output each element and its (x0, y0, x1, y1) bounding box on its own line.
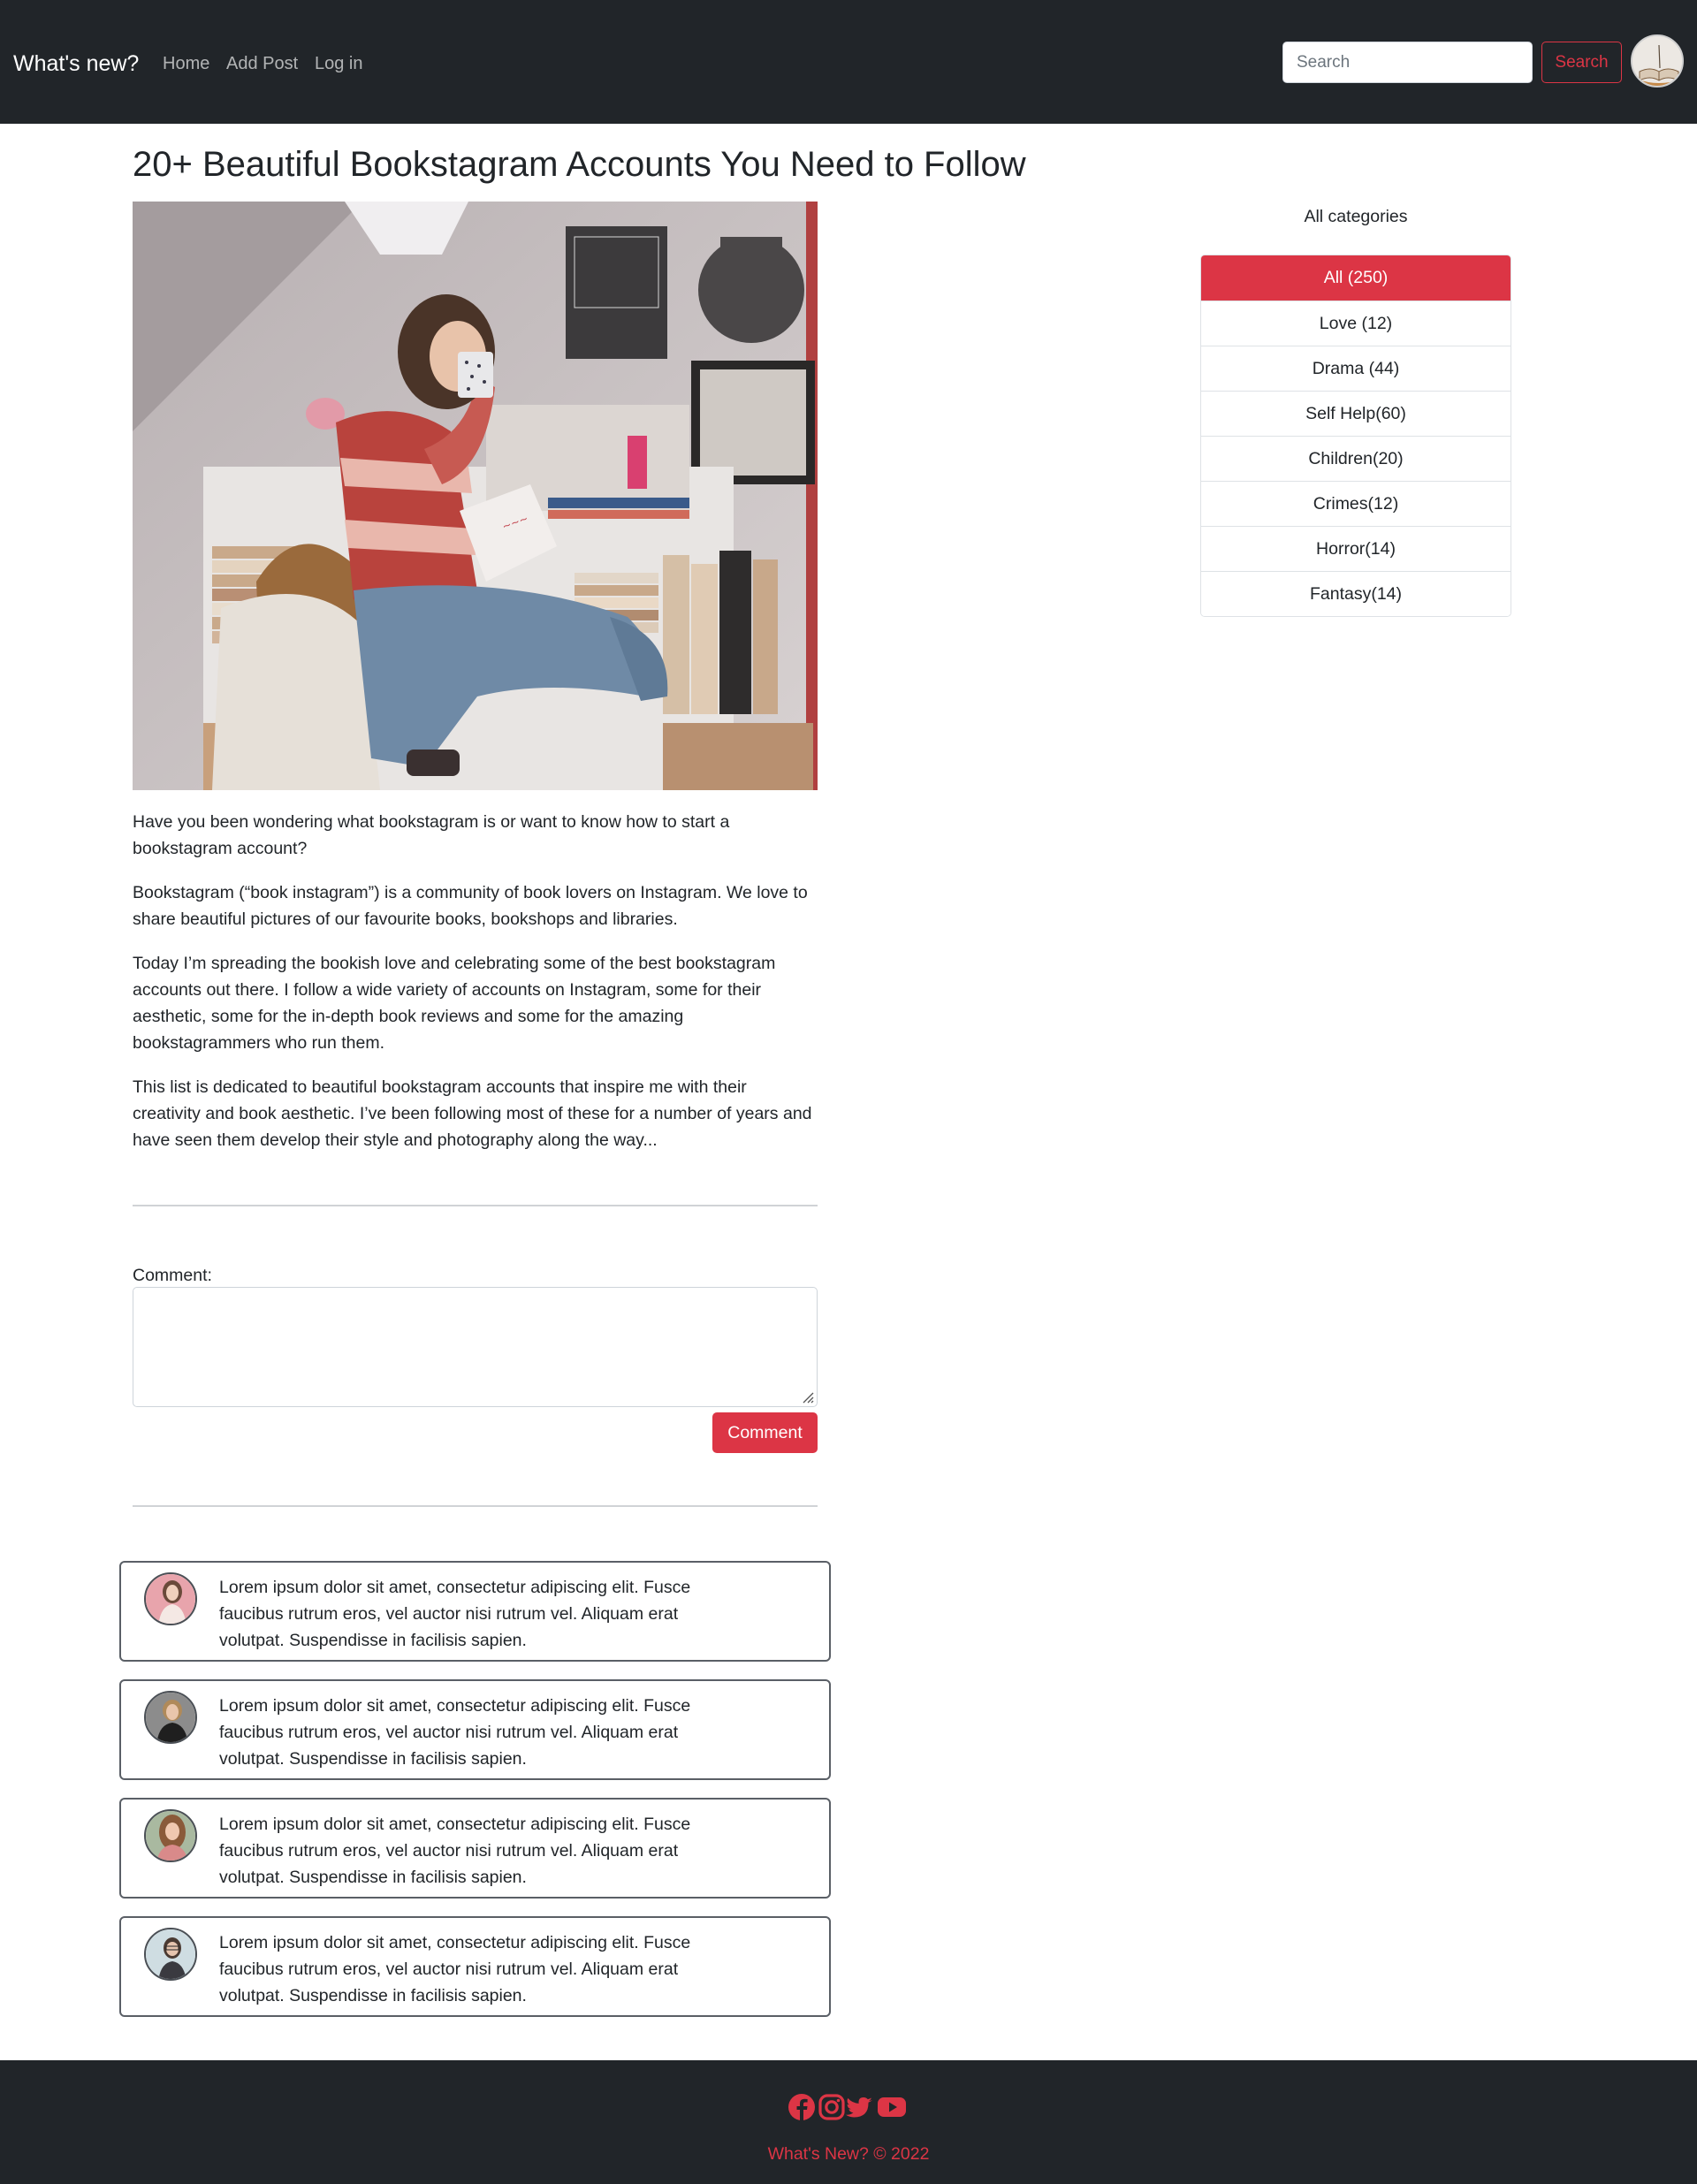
post-title: 20+ Beautiful Bookstagram Accounts You N… (133, 145, 1026, 184)
footer-copyright: What's New? © 2022 (767, 2144, 930, 2164)
youtube-icon[interactable] (877, 2092, 907, 2122)
post-paragraph: Today I’m spreading the bookish love and… (133, 954, 776, 1053)
comment-card: Lorem ipsum dolor sit amet, consectetur … (119, 1679, 831, 1780)
comment-text: Lorem ipsum dolor sit amet, consectetur … (219, 1815, 691, 1887)
post-body: Have you been wondering what bookstagram… (133, 809, 818, 1171)
divider (133, 1505, 818, 1507)
brand-logo-link[interactable]: What's new? (13, 49, 139, 79)
post-paragraph: This list is dedicated to beautiful book… (133, 1077, 812, 1150)
comment-text: Lorem ipsum dolor sit amet, consectetur … (219, 1578, 691, 1650)
category-item-love[interactable]: Love (12) (1201, 301, 1511, 346)
nav-link-home[interactable]: Home (163, 52, 209, 75)
post-hero-image: ~~~ (133, 202, 818, 790)
footer: What's New? © 2022 (0, 2060, 1697, 2184)
comment-textarea[interactable] (133, 1287, 818, 1407)
comment-label: Comment: (133, 1266, 212, 1285)
categories-heading: All categories (1304, 207, 1408, 226)
category-item-self-help[interactable]: Self Help(60) (1201, 391, 1511, 436)
category-item-all[interactable]: All (250) (1201, 255, 1511, 301)
categories-list: All (250) Love (12) Drama (44) Self Help… (1200, 255, 1511, 617)
search-button[interactable]: Search (1541, 42, 1622, 83)
resize-handle-icon[interactable] (800, 1389, 814, 1404)
category-item-crimes[interactable]: Crimes(12) (1201, 481, 1511, 526)
instagram-icon[interactable] (817, 2092, 847, 2122)
top-navbar: What's new? Home Add Post Log in Search (0, 0, 1697, 124)
post-paragraph: Bookstagram (“book instagram”) is a comm… (133, 883, 808, 929)
twitter-icon[interactable] (845, 2092, 875, 2122)
category-item-children[interactable]: Children(20) (1201, 436, 1511, 481)
search-input[interactable] (1282, 42, 1533, 83)
comment-text: Lorem ipsum dolor sit amet, consectetur … (219, 1933, 691, 2005)
nav-link-log-in[interactable]: Log in (315, 52, 363, 75)
comment-submit-button[interactable]: Comment (712, 1412, 818, 1453)
category-item-horror[interactable]: Horror(14) (1201, 526, 1511, 571)
comment-card: Lorem ipsum dolor sit amet, consectetur … (119, 1798, 831, 1899)
facebook-icon[interactable] (787, 2092, 817, 2122)
category-item-drama[interactable]: Drama (44) (1201, 346, 1511, 391)
nav-link-add-post[interactable]: Add Post (226, 52, 298, 75)
commenter-avatar (144, 1809, 197, 1862)
category-item-fantasy[interactable]: Fantasy(14) (1201, 571, 1511, 616)
divider (133, 1205, 818, 1206)
comment-text: Lorem ipsum dolor sit amet, consectetur … (219, 1696, 691, 1769)
commenter-avatar (144, 1572, 197, 1625)
book-avatar-icon[interactable] (1631, 34, 1684, 88)
comment-card: Lorem ipsum dolor sit amet, consectetur … (119, 1561, 831, 1662)
comment-card: Lorem ipsum dolor sit amet, consectetur … (119, 1916, 831, 2017)
commenter-avatar (144, 1928, 197, 1981)
post-paragraph: Have you been wondering what bookstagram… (133, 812, 730, 858)
commenter-avatar (144, 1691, 197, 1744)
